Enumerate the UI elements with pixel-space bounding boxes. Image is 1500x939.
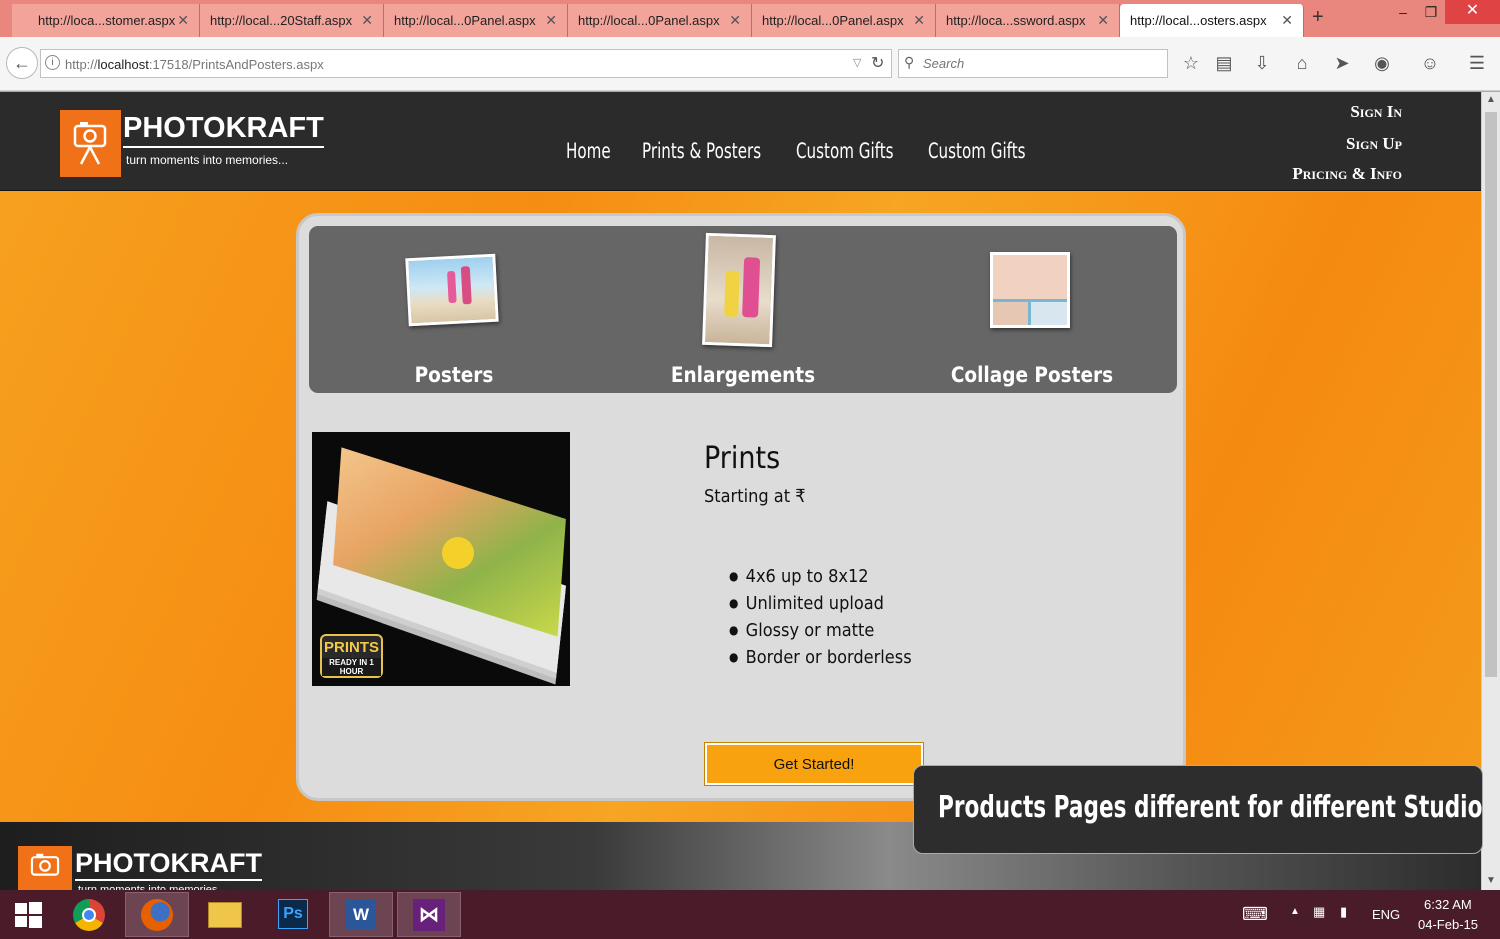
menu-icon[interactable]: ☰	[1465, 53, 1489, 74]
tab-label: http://loca...stomer.aspx	[38, 13, 176, 28]
browser-tab[interactable]: http://local...0Panel.aspx ✕	[752, 4, 936, 37]
minimize-button[interactable]: –	[1388, 4, 1418, 20]
address-url[interactable]: http://localhost:17518/PrintsAndPosters.…	[65, 57, 324, 72]
file-explorer-icon[interactable]	[193, 892, 257, 937]
bookmark-star-icon[interactable]: ☆	[1179, 53, 1203, 74]
word-icon[interactable]: W	[329, 892, 393, 937]
tab-close-icon[interactable]: ✕	[913, 12, 925, 29]
site-tagline: turn moments into memories...	[126, 153, 289, 167]
browser-tab[interactable]: http://loca...stomer.aspx ✕	[12, 4, 200, 37]
category-enlargements[interactable]: Enlargements	[598, 226, 888, 393]
tab-label: http://local...20Staff.aspx	[210, 13, 353, 28]
tab-close-icon[interactable]: ✕	[1281, 12, 1293, 29]
scrollbar-thumb[interactable]	[1485, 112, 1497, 677]
restore-button[interactable]: ❐	[1416, 4, 1446, 21]
clock-time[interactable]: 6:32 AM	[1424, 897, 1472, 912]
windows-taskbar: Ps W ⋈ ⌨ ▲ ▦ ▮ ENG 6:32 AM 04-Feb-15	[0, 890, 1500, 939]
prints-badge: PRINTS READY IN 1 HOUR	[320, 634, 383, 678]
tab-close-icon[interactable]: ✕	[545, 12, 557, 29]
dropdown-arrow-icon[interactable]: ▽	[853, 56, 861, 69]
browser-tab[interactable]: http://local...0Panel.aspx ✕	[568, 4, 752, 37]
photoshop-icon[interactable]: Ps	[261, 892, 325, 937]
battery-icon[interactable]: ▮	[1340, 904, 1347, 920]
feature-item: Border or borderless	[729, 645, 912, 672]
window-close-button[interactable]: ✕	[1445, 0, 1500, 24]
chat-icon[interactable]: ☺	[1418, 53, 1442, 74]
browser-tab[interactable]: http://loca...ssword.aspx ✕	[936, 4, 1120, 37]
globe-icon: i	[45, 55, 60, 70]
product-price: Starting at ₹	[704, 486, 806, 507]
category-collage-posters[interactable]: Collage Posters	[887, 226, 1177, 393]
network-icon[interactable]: ▦	[1313, 904, 1325, 920]
show-hidden-icons-icon[interactable]: ▲	[1290, 906, 1300, 917]
windows-start-icon[interactable]	[0, 892, 56, 937]
browser-tab[interactable]: http://local...20Staff.aspx ✕	[200, 4, 384, 37]
search-icon: ⚲	[904, 54, 915, 70]
enlargements-thumbnail	[702, 232, 776, 348]
download-icon[interactable]: ⇩	[1250, 53, 1274, 74]
category-label: Enlargements	[670, 363, 816, 387]
scroll-down-icon[interactable]: ▼	[1486, 875, 1496, 886]
back-arrow-icon[interactable]: ←	[6, 47, 38, 79]
category-posters[interactable]: Posters	[309, 226, 599, 393]
send-icon[interactable]: ➤	[1330, 53, 1354, 74]
feature-item: Unlimited upload	[729, 591, 912, 618]
pricing-info-link[interactable]: Pricing & Info	[1292, 164, 1402, 184]
nav-custom-gifts[interactable]: Custom Gifts	[796, 139, 894, 163]
browser-tab-active[interactable]: http://local...osters.aspx ✕	[1120, 4, 1304, 37]
chrome-icon[interactable]	[57, 892, 121, 937]
product-card: Posters Enlargements Collage Posters PRI…	[296, 213, 1186, 801]
nav-prints-posters[interactable]: Prints & Posters	[642, 139, 761, 163]
feature-item: Glossy or matte	[729, 618, 912, 645]
sign-up-link[interactable]: Sign Up	[1346, 134, 1402, 154]
clock-date[interactable]: 04-Feb-15	[1418, 917, 1478, 932]
browser-tab-strip: http://loca...stomer.aspx ✕ http://local.…	[0, 0, 1500, 37]
browser-nav-bar: ← i http://localhost:17518/PrintsAndPost…	[0, 37, 1500, 91]
posters-thumbnail	[405, 253, 499, 327]
language-indicator[interactable]: ENG	[1372, 907, 1400, 922]
sign-in-link[interactable]: Sign In	[1350, 102, 1402, 122]
visual-studio-icon[interactable]: ⋈	[397, 892, 461, 937]
tab-label: http://local...0Panel.aspx	[394, 13, 536, 28]
collage-thumbnail	[990, 252, 1070, 328]
tab-label: http://local...osters.aspx	[1130, 13, 1267, 28]
search-box[interactable]: ⚲	[898, 49, 1168, 78]
product-title: Prints	[704, 441, 781, 476]
prints-product-image: PRINTS READY IN 1 HOUR	[312, 432, 570, 686]
site-header: PHOTOKRAFT turn moments into memories...…	[0, 92, 1481, 191]
category-label: Collage Posters	[950, 363, 1114, 387]
search-input[interactable]	[923, 56, 1153, 71]
get-started-button[interactable]: Get Started!	[705, 743, 923, 785]
tab-label: http://local...0Panel.aspx	[578, 13, 720, 28]
logo-camera-icon[interactable]	[60, 110, 121, 177]
category-label: Posters	[414, 363, 494, 387]
tab-close-icon[interactable]: ✕	[177, 12, 189, 29]
nav-custom-gifts-2[interactable]: Custom Gifts	[928, 139, 1026, 163]
reading-list-icon[interactable]: ▤	[1212, 53, 1236, 74]
firefox-icon[interactable]	[125, 892, 189, 937]
tab-close-icon[interactable]: ✕	[361, 12, 373, 29]
nav-home[interactable]: Home	[566, 139, 611, 163]
footer-brand[interactable]: PHOTOKRAFT	[75, 848, 262, 881]
browser-tab[interactable]: http://local...0Panel.aspx ✕	[384, 4, 568, 37]
home-icon[interactable]: ⌂	[1290, 53, 1314, 74]
keyboard-icon[interactable]: ⌨	[1242, 904, 1268, 925]
tab-close-icon[interactable]: ✕	[729, 12, 741, 29]
category-panel: Posters Enlargements Collage Posters	[309, 226, 1177, 393]
feature-list: 4x6 up to 8x12 Unlimited upload Glossy o…	[729, 564, 932, 672]
caption-overlay: Products Pages different for different S…	[913, 765, 1483, 854]
reload-icon[interactable]: ↻	[871, 53, 884, 73]
tab-close-icon[interactable]: ✕	[1097, 12, 1109, 29]
tab-label: http://local...0Panel.aspx	[762, 13, 904, 28]
address-bar[interactable]: i http://localhost:17518/PrintsAndPoster…	[40, 49, 892, 78]
caption-text: Products Pages different for different S…	[938, 790, 1483, 825]
new-tab-button[interactable]: +	[1312, 6, 1324, 29]
addon-icon[interactable]: ◉	[1370, 53, 1394, 74]
scroll-up-icon[interactable]: ▲	[1486, 94, 1496, 105]
footer-logo-camera-icon[interactable]	[18, 846, 72, 896]
page-scrollbar[interactable]: ▲ ▼	[1481, 92, 1500, 890]
tab-label: http://loca...ssword.aspx	[946, 13, 1086, 28]
feature-item: 4x6 up to 8x12	[729, 564, 912, 591]
site-brand[interactable]: PHOTOKRAFT	[123, 112, 324, 148]
